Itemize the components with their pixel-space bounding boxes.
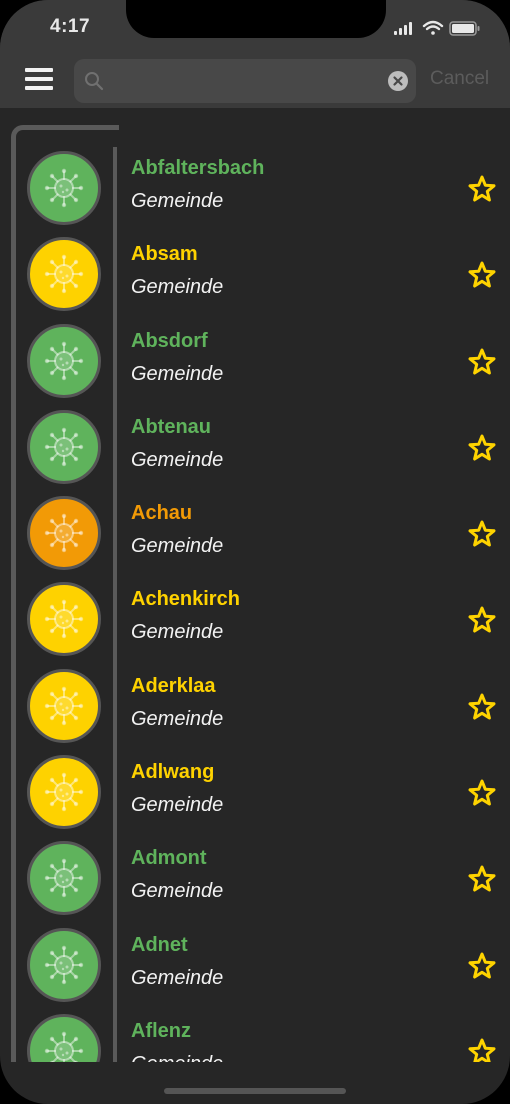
municipality-type: Gemeinde	[131, 621, 224, 644]
municipality-type: Gemeinde	[131, 276, 224, 299]
list-item[interactable]: Adnet Gemeinde	[0, 923, 510, 1009]
favorite-star-icon[interactable]	[467, 778, 497, 808]
municipality-name: Achau	[131, 502, 193, 525]
risk-level-badge	[27, 151, 101, 225]
list-item[interactable]: Aflenz Gemeinde	[0, 1009, 510, 1062]
municipality-list: Abfaltersbach Gemeinde Absam Gemeinde Ab…	[0, 108, 510, 1062]
list-item[interactable]: Achau Gemeinde	[0, 491, 510, 577]
virus-icon	[44, 772, 84, 812]
virus-icon	[44, 427, 84, 467]
municipality-name: Achenkirch	[131, 588, 240, 611]
menu-button[interactable]	[25, 68, 53, 90]
status-icons	[394, 18, 484, 38]
cancel-button[interactable]: Cancel	[430, 68, 500, 90]
risk-level-badge	[27, 755, 101, 830]
municipality-name: Admont	[131, 847, 207, 870]
favorite-star-icon[interactable]	[467, 951, 497, 981]
risk-level-badge	[27, 323, 101, 398]
municipality-type: Gemeinde	[131, 880, 224, 903]
risk-level-badge	[27, 841, 101, 916]
risk-level-badge	[27, 582, 101, 657]
risk-level-badge	[27, 409, 101, 484]
municipality-name: Abfaltersbach	[131, 157, 265, 179]
municipality-type: Gemeinde	[131, 966, 224, 989]
list-item[interactable]: Achenkirch Gemeinde	[0, 577, 510, 663]
favorite-star-icon[interactable]	[467, 174, 497, 204]
municipality-type: Gemeinde	[131, 535, 224, 558]
list-item[interactable]: Absam Gemeinde	[0, 232, 510, 318]
risk-level-badge	[27, 237, 101, 312]
hamburger-line	[25, 68, 53, 72]
app-screen: 4:17 Cancel Abfaltersbach Gemeinde Absam…	[0, 0, 510, 1104]
wifi-icon	[422, 20, 444, 35]
favorite-star-icon[interactable]	[467, 605, 497, 635]
risk-level-badge	[27, 668, 101, 743]
list-rows: Abfaltersbach Gemeinde Absam Gemeinde Ab…	[0, 146, 510, 1062]
search-bar	[74, 59, 416, 103]
municipality-type: Gemeinde	[131, 1053, 223, 1062]
risk-level-badge	[27, 1013, 101, 1062]
municipality-name: Adlwang	[131, 761, 215, 784]
favorite-star-icon[interactable]	[467, 433, 497, 463]
risk-level-badge	[27, 927, 101, 1002]
favorite-star-icon[interactable]	[467, 1037, 497, 1062]
municipality-name: Aflenz	[131, 1019, 191, 1042]
favorite-star-icon[interactable]	[467, 692, 497, 722]
status-time: 4:17	[50, 16, 91, 37]
municipality-type: Gemeinde	[131, 190, 224, 212]
municipality-type: Gemeinde	[131, 794, 224, 817]
list-item[interactable]: Absdorf Gemeinde	[0, 319, 510, 405]
virus-icon	[44, 255, 84, 294]
municipality-name: Absdorf	[131, 329, 208, 352]
municipality-name: Aderklaa	[131, 674, 216, 697]
virus-icon	[44, 686, 84, 725]
list-item[interactable]: Aderklaa Gemeinde	[0, 664, 510, 750]
signal-icon	[394, 22, 412, 35]
list-item[interactable]: Abfaltersbach Gemeinde	[0, 146, 510, 232]
list-item[interactable]: Admont Gemeinde	[0, 836, 510, 922]
risk-level-badge	[27, 496, 101, 571]
municipality-name: Adnet	[131, 933, 188, 956]
device-notch	[126, 0, 386, 38]
search-input[interactable]	[108, 59, 378, 103]
municipality-type: Gemeinde	[131, 707, 224, 730]
virus-icon	[44, 859, 84, 898]
hamburger-line	[25, 77, 53, 81]
home-indicator[interactable]	[164, 1088, 346, 1094]
virus-icon	[44, 600, 84, 639]
municipality-name: Absam	[131, 243, 198, 266]
favorite-star-icon[interactable]	[467, 260, 497, 290]
hamburger-line	[25, 86, 53, 90]
municipality-type: Gemeinde	[131, 448, 224, 471]
municipality-name: Abtenau	[131, 415, 211, 438]
virus-icon	[44, 513, 84, 553]
battery-icon	[449, 21, 480, 36]
virus-icon	[44, 341, 84, 380]
virus-icon	[44, 1031, 84, 1062]
municipality-type: Gemeinde	[131, 362, 224, 385]
top-bar: 4:17 Cancel	[0, 0, 510, 108]
search-icon	[85, 72, 104, 91]
favorite-star-icon[interactable]	[467, 864, 497, 894]
virus-icon	[44, 945, 84, 984]
list-item[interactable]: Adlwang Gemeinde	[0, 750, 510, 836]
list-item[interactable]: Abtenau Gemeinde	[0, 405, 510, 491]
virus-icon	[44, 168, 84, 208]
favorite-star-icon[interactable]	[467, 347, 497, 377]
clear-icon[interactable]	[388, 71, 408, 91]
favorite-star-icon[interactable]	[467, 519, 497, 549]
